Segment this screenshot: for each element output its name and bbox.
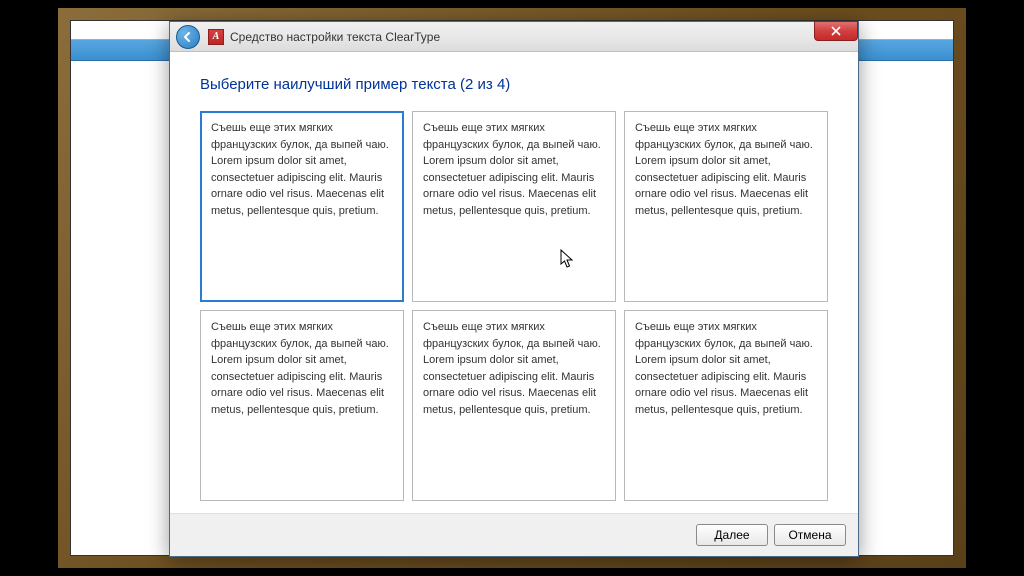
window-title: Средство настройки текста ClearType: [230, 30, 440, 44]
text-samples-grid: Съешь еще этих мягких французских булок,…: [200, 111, 828, 501]
back-arrow-icon: [182, 31, 194, 43]
cleartype-wizard-window: A Средство настройки текста ClearType Вы…: [169, 21, 859, 557]
text-sample-3[interactable]: Съешь еще этих мягких французских булок,…: [624, 111, 828, 302]
titlebar[interactable]: A Средство настройки текста ClearType: [170, 22, 858, 52]
cancel-button[interactable]: Отмена: [774, 524, 846, 546]
text-sample-4[interactable]: Съешь еще этих мягких французских булок,…: [200, 310, 404, 501]
video-frame-inner: A Средство настройки текста ClearType Вы…: [70, 20, 954, 556]
wizard-button-row: Далее Отмена: [170, 513, 858, 556]
text-sample-5[interactable]: Съешь еще этих мягких французских булок,…: [412, 310, 616, 501]
video-frame-outer: A Средство настройки текста ClearType Вы…: [58, 8, 966, 568]
close-button[interactable]: [814, 21, 858, 41]
page-heading: Выберите наилучший пример текста (2 из 4…: [200, 76, 828, 93]
close-icon: [831, 26, 841, 36]
text-sample-6[interactable]: Съешь еще этих мягких французских булок,…: [624, 310, 828, 501]
back-button[interactable]: [176, 25, 200, 49]
next-button[interactable]: Далее: [696, 524, 768, 546]
cleartype-app-icon: A: [208, 29, 224, 45]
wizard-content: Выберите наилучший пример текста (2 из 4…: [170, 52, 858, 556]
text-sample-2[interactable]: Съешь еще этих мягких французских булок,…: [412, 111, 616, 302]
text-sample-1[interactable]: Съешь еще этих мягких французских булок,…: [200, 111, 404, 302]
